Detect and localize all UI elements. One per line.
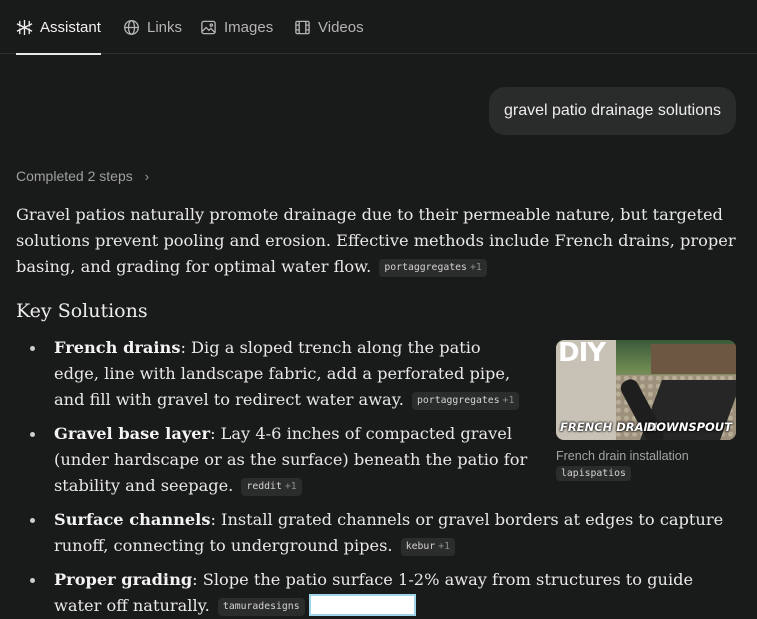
tab-label: Links [147, 18, 183, 36]
citation-more: +1 [438, 541, 450, 552]
globe-icon [124, 19, 139, 35]
bullet [30, 578, 35, 583]
citation-chip[interactable]: tamuradesigns [217, 598, 305, 616]
steps-label: Completed 2 steps [16, 168, 133, 184]
item-title: Surface channels [54, 510, 211, 529]
list-item: French drains: Dig a sloped trench along… [30, 335, 522, 413]
citation-chip[interactable]: reddit +1 [241, 478, 302, 496]
intro-text: Gravel patios naturally promote drainage… [16, 205, 736, 276]
list-item: Gravel base layer: Lay 4-6 inches of com… [30, 421, 529, 499]
answer-intro: Gravel patios naturally promote drainage… [16, 202, 736, 280]
citation-more: +1 [284, 481, 297, 492]
highlight-box [308, 594, 416, 616]
tab-assistant[interactable]: Assistant [16, 0, 101, 55]
list-item: Proper grading: Slope the patio surface … [30, 567, 734, 619]
citation-source: reddit [246, 481, 282, 492]
video-icon [295, 20, 310, 34]
tab-links[interactable]: Links [123, 0, 182, 54]
image-figure: DIY FRENCH DRAIN DOWNSPOUT French drain … [556, 340, 736, 481]
tab-label: Images [224, 18, 274, 36]
citation-source: portaggregates [417, 395, 500, 406]
citation-more: +1 [469, 262, 482, 273]
citation-chip[interactable]: portaggregates +1 [379, 259, 487, 277]
item-title: Proper grading [54, 570, 193, 589]
image-overlay-text: DOWNSPOUT [646, 420, 732, 434]
item-title: Gravel base layer [54, 424, 211, 443]
chevron-right-icon: › [144, 168, 150, 184]
tab-images[interactable]: Images [200, 0, 273, 54]
tab-label: Videos [318, 18, 364, 36]
bullet [30, 518, 35, 523]
image-caption: French drain installation [556, 449, 689, 463]
completed-steps-toggle[interactable]: Completed 2 steps › [16, 168, 149, 184]
citation-source: portaggregates [384, 262, 467, 273]
section-heading: Key Solutions [16, 300, 148, 322]
tab-bar: Assistant Links Images Videos [0, 0, 757, 55]
item-title: French drains [54, 338, 181, 357]
bullet [30, 432, 35, 437]
user-query-bubble: gravel patio drainage solutions [489, 87, 736, 135]
tab-videos[interactable]: Videos [294, 0, 364, 54]
list-item: Surface channels: Install grated channel… [30, 507, 734, 559]
tab-label: Assistant [40, 18, 101, 36]
image-overlay-text: FRENCH DRAIN [560, 420, 658, 434]
citation-more: +1 [502, 395, 515, 406]
french-drain-thumbnail[interactable]: DIY FRENCH DRAIN DOWNSPOUT [556, 340, 736, 440]
citation-chip[interactable]: portaggregates +1 [412, 392, 520, 410]
assistant-icon [16, 19, 33, 35]
image-fence [651, 344, 736, 374]
image-overlay-text: DIY [558, 340, 606, 368]
image-icon [201, 20, 216, 34]
citation-chip[interactable]: kebur +1 [400, 538, 455, 556]
bullet [30, 346, 35, 351]
image-source-chip[interactable]: lapispatios [556, 466, 631, 481]
citation-source: kebur [405, 541, 436, 552]
query-text: gravel patio drainage solutions [503, 102, 722, 119]
citation-source: tamuradesigns [222, 601, 300, 612]
